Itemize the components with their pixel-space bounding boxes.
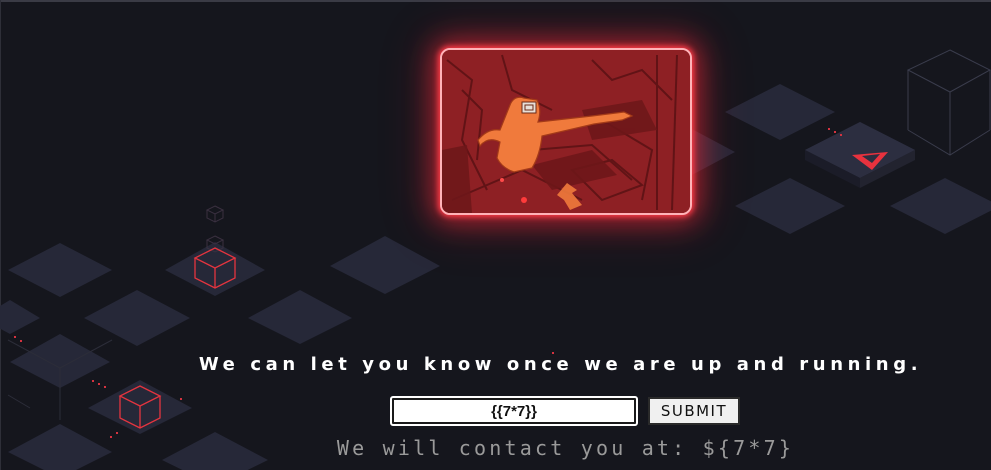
submit-button[interactable]: SUBMIT [648,397,740,425]
image-icon [442,50,690,213]
tagline: We can let you know once we are up and r… [198,354,923,375]
hero-image [440,48,692,215]
result-message: We will contact you at: ${7*7} [336,436,795,460]
email-input[interactable] [390,396,638,426]
